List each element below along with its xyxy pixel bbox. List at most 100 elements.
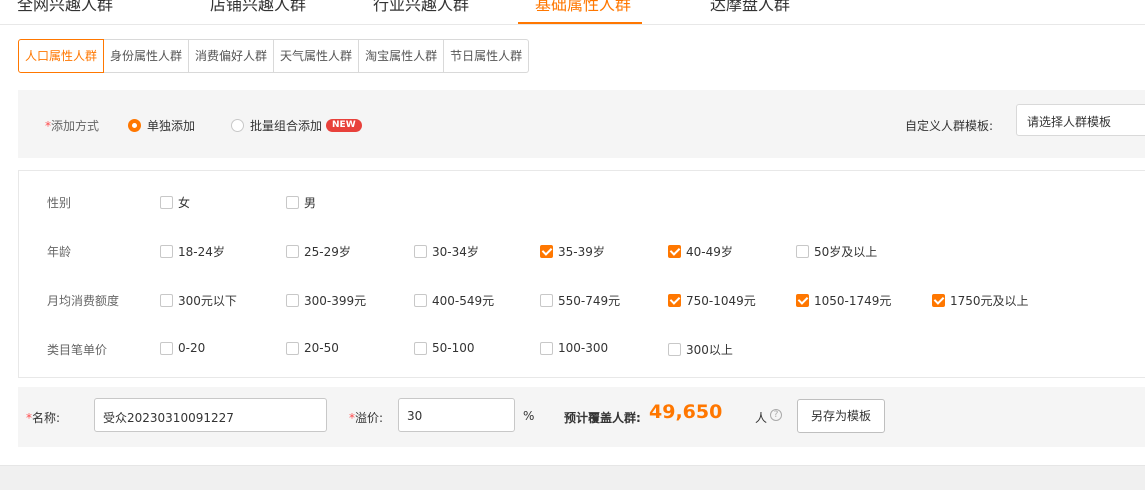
premium-label-text: 溢价: xyxy=(355,411,384,425)
checkbox-label: 40-49岁 xyxy=(686,245,733,259)
subtab-holiday[interactable]: 节日属性人群 xyxy=(444,39,530,73)
checkbox-label: 18-24岁 xyxy=(178,245,225,259)
name-input[interactable]: 受众20230310091227 xyxy=(94,398,327,432)
checkbox-spend-400-549[interactable]: 400-549元 xyxy=(414,292,494,309)
checkbox-checked-icon xyxy=(540,245,553,258)
save-as-template-button[interactable]: 另存为模板 xyxy=(797,399,885,433)
checkbox-label: 400-549元 xyxy=(432,294,495,308)
attribute-panel: 性别 女 男 年龄 18-24岁 25-29岁 30-34岁 35-39岁 40… xyxy=(18,170,1145,378)
add-mode-bar: *添加方式 单独添加 批量组合添加 NEW 自定义人群模板: 请选择人群模板 xyxy=(18,90,1145,158)
checkbox-female[interactable]: 女 xyxy=(160,194,190,211)
radio-unselected-icon xyxy=(231,119,244,132)
checkbox-spend-300-399[interactable]: 300-399元 xyxy=(286,292,366,309)
checkbox-icon xyxy=(286,196,299,209)
tab-dmp[interactable]: 达摩盘人群 xyxy=(710,0,790,15)
checkbox-label: 1750元及以上 xyxy=(950,294,1029,308)
attr-label-category-price: 类目笔单价 xyxy=(47,343,108,357)
subtab-taobao[interactable]: 淘宝属性人群 xyxy=(359,39,445,73)
template-select[interactable]: 请选择人群模板 xyxy=(1016,104,1145,136)
tab-all-network-interest[interactable]: 全网兴趣人群 xyxy=(17,0,113,15)
checkbox-label: 35-39岁 xyxy=(558,245,605,259)
checkbox-label: 50岁及以上 xyxy=(814,245,878,259)
subtab-identity[interactable]: 身份属性人群 xyxy=(104,39,190,73)
checkbox-price-300-plus[interactable]: 300以上 xyxy=(668,341,733,358)
coverage-value: 49,650 xyxy=(649,401,723,423)
tab-basic-attribute[interactable]: 基础属性人群 xyxy=(535,0,631,15)
radio-batch-add[interactable]: 批量组合添加 NEW xyxy=(231,117,362,134)
checkbox-price-0-20[interactable]: 0-20 xyxy=(160,341,205,355)
attr-label-age: 年龄 xyxy=(47,245,72,259)
add-mode-label-text: 添加方式 xyxy=(51,119,100,133)
template-label: 自定义人群模板: xyxy=(905,119,994,133)
checkbox-icon xyxy=(540,341,553,355)
checkbox-label: 20-50 xyxy=(304,341,339,355)
checkbox-price-100-300[interactable]: 100-300 xyxy=(540,341,608,355)
active-tab-underline xyxy=(518,22,642,24)
checkbox-label: 300-399元 xyxy=(304,294,367,308)
premium-label: *溢价: xyxy=(349,409,383,426)
checkbox-label: 50-100 xyxy=(432,341,475,355)
checkbox-label: 550-749元 xyxy=(558,294,621,308)
help-icon[interactable]: ? xyxy=(770,409,782,421)
new-badge: NEW xyxy=(326,119,362,132)
radio-batch-add-label: 批量组合添加 xyxy=(250,119,323,133)
checkbox-age-40-49[interactable]: 40-49岁 xyxy=(668,243,733,260)
checkbox-icon xyxy=(160,294,173,307)
name-label: *名称: xyxy=(26,409,60,426)
checkbox-spend-550-749[interactable]: 550-749元 xyxy=(540,292,620,309)
radio-selected-icon xyxy=(128,119,141,132)
checkbox-icon xyxy=(160,341,173,355)
checkbox-age-50-plus[interactable]: 50岁及以上 xyxy=(796,243,877,260)
checkbox-label: 300以上 xyxy=(686,343,733,357)
top-tab-bar: 全网兴趣人群 店铺兴趣人群 行业兴趣人群 基础属性人群 达摩盘人群 xyxy=(0,0,1145,25)
checkbox-checked-icon xyxy=(668,294,681,307)
checkbox-label: 100-300 xyxy=(558,341,609,355)
checkbox-label: 25-29岁 xyxy=(304,245,351,259)
checkbox-icon xyxy=(286,294,299,307)
checkbox-checked-icon xyxy=(668,245,681,258)
checkbox-age-30-34[interactable]: 30-34岁 xyxy=(414,243,479,260)
checkbox-label: 750-1049元 xyxy=(686,294,756,308)
coverage-label: 预计覆盖人群: xyxy=(564,411,641,425)
add-mode-label: *添加方式 xyxy=(45,117,99,134)
subtab-consumption[interactable]: 消费偏好人群 xyxy=(189,39,275,73)
checkbox-spend-under-300[interactable]: 300元以下 xyxy=(160,292,237,309)
checkbox-icon xyxy=(414,341,427,355)
checkbox-label: 0-20 xyxy=(178,341,206,355)
percent-sign: % xyxy=(523,409,535,423)
checkbox-icon xyxy=(414,294,427,307)
checkbox-spend-1750-plus[interactable]: 1750元及以上 xyxy=(932,292,1029,309)
subtab-demographic[interactable]: 人口属性人群 xyxy=(18,39,105,73)
radio-single-add-label: 单独添加 xyxy=(147,119,196,133)
radio-single-add[interactable]: 单独添加 xyxy=(128,117,195,134)
premium-input[interactable]: 30 xyxy=(398,398,515,432)
checkbox-icon xyxy=(286,245,299,258)
checkbox-icon xyxy=(414,245,427,258)
subtab-weather[interactable]: 天气属性人群 xyxy=(274,39,360,73)
checkbox-spend-1050-1749[interactable]: 1050-1749元 xyxy=(796,292,891,309)
checkbox-icon xyxy=(796,245,809,258)
checkbox-checked-icon xyxy=(932,294,945,307)
bottom-band xyxy=(0,465,1145,490)
tab-industry-interest[interactable]: 行业兴趣人群 xyxy=(373,0,469,15)
checkbox-checked-icon xyxy=(796,294,809,307)
tab-shop-interest[interactable]: 店铺兴趣人群 xyxy=(210,0,306,15)
checkbox-icon xyxy=(286,341,299,355)
checkbox-age-18-24[interactable]: 18-24岁 xyxy=(160,243,225,260)
checkbox-icon xyxy=(668,343,681,356)
name-label-text: 名称: xyxy=(32,411,61,425)
checkbox-price-20-50[interactable]: 20-50 xyxy=(286,341,339,355)
checkbox-spend-750-1049[interactable]: 750-1049元 xyxy=(668,292,756,309)
coverage-unit: 人 xyxy=(755,411,768,425)
checkbox-price-50-100[interactable]: 50-100 xyxy=(414,341,475,355)
checkbox-age-35-39[interactable]: 35-39岁 xyxy=(540,243,605,260)
checkbox-label: 女 xyxy=(178,196,191,210)
checkbox-male[interactable]: 男 xyxy=(286,194,316,211)
checkbox-label: 300元以下 xyxy=(178,294,237,308)
checkbox-label: 1050-1749元 xyxy=(814,294,892,308)
checkbox-label: 30-34岁 xyxy=(432,245,479,259)
checkbox-icon xyxy=(160,196,173,209)
attr-label-gender: 性别 xyxy=(47,196,72,210)
checkbox-age-25-29[interactable]: 25-29岁 xyxy=(286,243,351,260)
attr-label-monthly-spend: 月均消费额度 xyxy=(47,294,120,308)
